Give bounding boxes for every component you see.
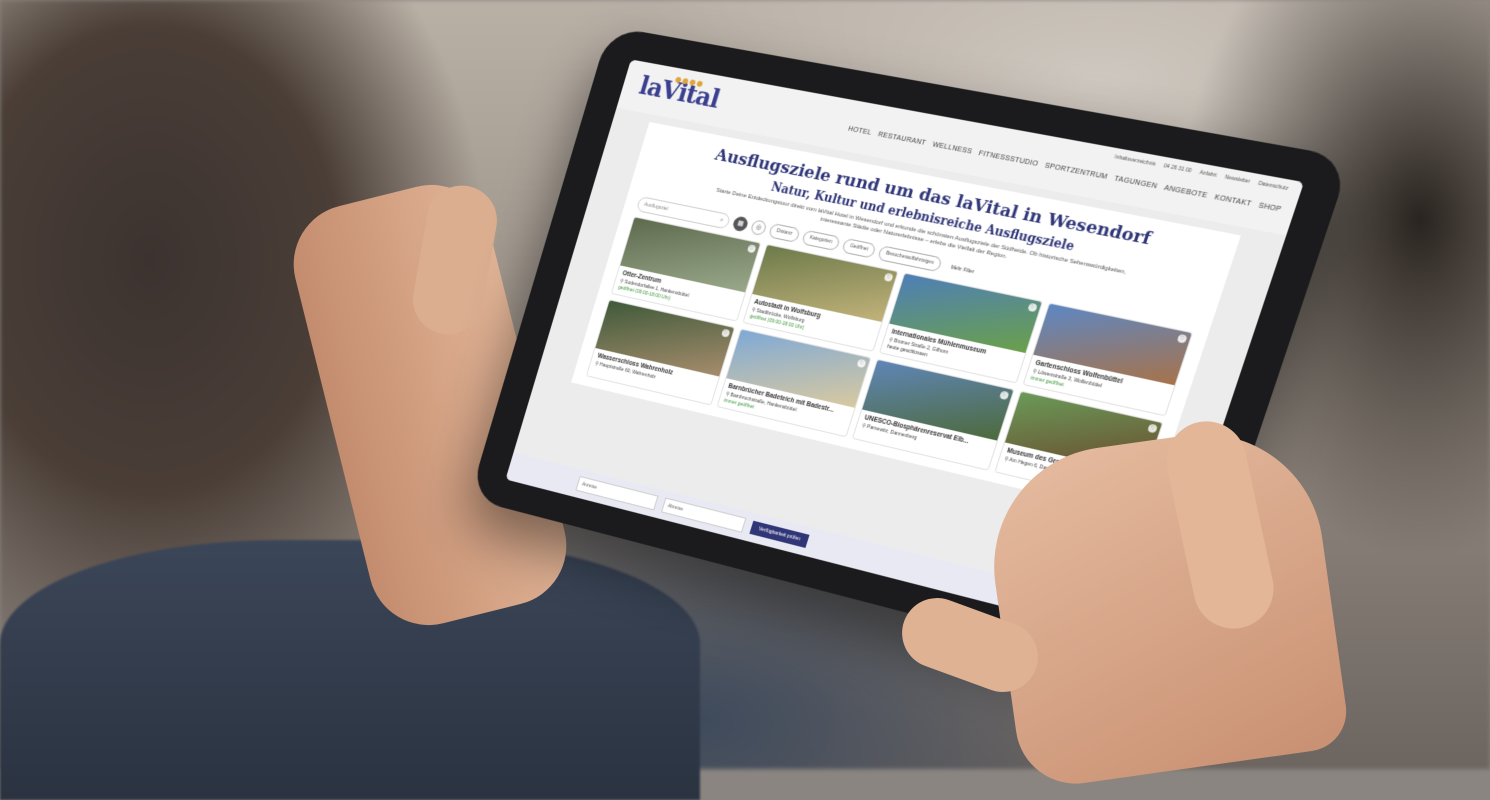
search-icon: ⌕ [719,216,725,224]
filter-distance[interactable]: Distanz [767,223,801,244]
map-view-icon[interactable]: ◎ [749,219,768,237]
top-link[interactable]: Datenschutz [1257,181,1289,193]
filter-categories[interactable]: Kategorien [800,229,841,252]
nav-item-restaurant[interactable]: RESTAURANT [877,131,927,147]
search-placeholder: Ausflugsziel [643,201,669,213]
nav-item-wellness[interactable]: WELLNESS [931,141,972,155]
check-availability-button[interactable]: Verfügbarkeit prüfen [749,520,810,548]
filter-open[interactable]: Geöffnet [840,238,877,259]
nav-item-tagungen[interactable]: TAGUNGEN [1113,175,1158,190]
nav-item-fitnessstudio[interactable]: FITNESSSTUDIO [978,150,1039,168]
departure-field[interactable]: Abreise [661,497,747,533]
top-link[interactable]: 04 26 31 00 [1163,163,1192,174]
site-logo[interactable]: ●●●● laVital [636,72,723,115]
nav-item-hotel[interactable]: HOTEL [847,126,873,137]
top-link[interactable]: Newsletter [1224,174,1251,185]
nav-item-shop[interactable]: SHOP [1257,202,1282,213]
nav-item-sportzentrum[interactable]: SPORTZENTRUM [1044,162,1109,181]
more-filters-link[interactable]: Mehr Filter [950,265,975,276]
sleeve [0,540,700,800]
arrival-field[interactable]: Anreise [575,475,659,511]
nav-item-angebote[interactable]: ANGEBOTE [1163,185,1208,200]
top-link[interactable]: Anfahrt [1198,170,1217,179]
nav-item-kontakt[interactable]: KONTAKT [1213,194,1252,208]
top-link[interactable]: Inhaltsverzeichnis [1114,154,1157,168]
grid-view-icon[interactable]: ▦ [731,215,750,233]
